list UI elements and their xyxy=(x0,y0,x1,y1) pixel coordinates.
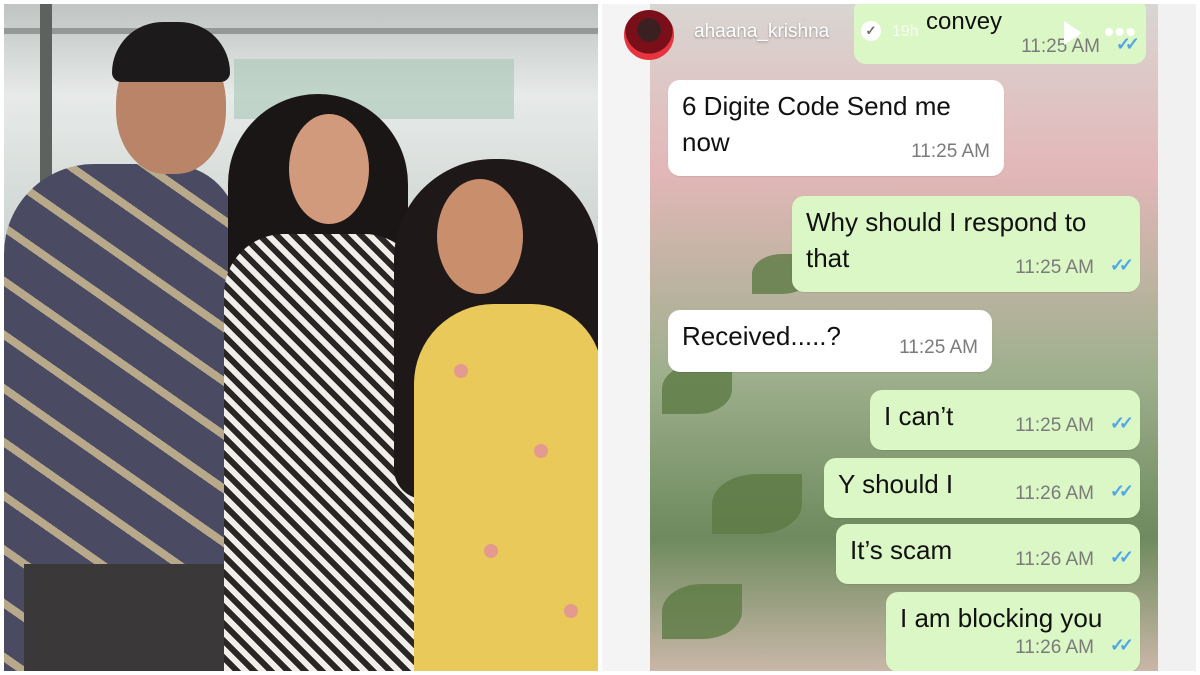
message-time: 11:26 AM xyxy=(1015,549,1094,570)
chat-bubble-incoming: 6 Digite Code Send me now 11:25 AM xyxy=(668,80,1004,176)
older-woman-yellow-dress xyxy=(414,304,598,671)
profile-avatar[interactable] xyxy=(624,10,674,60)
dress-embroidery xyxy=(564,604,578,618)
read-ticks-icon: ✓✓ xyxy=(1109,547,1134,567)
chat-bubble-outgoing: Y should I 11:26 AM ✓✓ xyxy=(824,458,1140,518)
message-line: that xyxy=(806,243,850,273)
message-text: Received.....? xyxy=(682,321,841,351)
story-post-time: 19h xyxy=(892,23,919,40)
family-photo xyxy=(4,4,598,671)
older-woman-face xyxy=(437,179,523,294)
message-text: It’s scam xyxy=(850,535,953,565)
dress-embroidery xyxy=(454,364,468,378)
chat-bubble-outgoing: I am blocking you 11:26 AM ✓✓ xyxy=(886,592,1140,671)
read-ticks-icon: ✓✓ xyxy=(1109,481,1134,501)
chat-bubble-outgoing: Why should I respond to that 11:25 AM ✓✓ xyxy=(792,196,1140,292)
photo-background-beam xyxy=(4,28,598,34)
story-right-edge xyxy=(1158,4,1196,671)
man-trousers xyxy=(24,564,224,671)
story-username[interactable]: ahaana_krishna xyxy=(694,21,829,43)
message-line: Why should I respond to xyxy=(806,207,1087,237)
message-text: I can’t xyxy=(884,401,954,431)
message-time: 11:26 AM xyxy=(1015,637,1094,658)
young-woman-face xyxy=(289,114,369,224)
instagram-story: convey 11:25 AM ✓✓ ahaana_krishna ✓ 19h … xyxy=(602,4,1196,671)
story-header: ahaana_krishna ✓ 19h ••• xyxy=(602,4,1196,60)
message-line: now xyxy=(682,127,730,157)
message-time: 11:25 AM xyxy=(1015,415,1094,436)
verified-badge-icon: ✓ xyxy=(861,21,881,41)
read-ticks-icon: ✓✓ xyxy=(1109,413,1134,433)
background-leaf xyxy=(712,474,802,534)
read-ticks-icon: ✓✓ xyxy=(1109,635,1134,655)
message-time: 11:25 AM xyxy=(911,141,990,162)
chat-bubble-outgoing: I can’t 11:25 AM ✓✓ xyxy=(870,390,1140,450)
message-text: Y should I xyxy=(838,469,954,499)
background-leaf xyxy=(662,584,742,639)
message-line: 6 Digite Code Send me xyxy=(682,91,951,121)
more-options-icon[interactable]: ••• xyxy=(1104,18,1136,46)
chat-bubble-incoming: Received.....? 11:25 AM xyxy=(668,310,992,372)
story-left-edge xyxy=(602,4,650,671)
chat-bubble-outgoing: It’s scam 11:26 AM ✓✓ xyxy=(836,524,1140,584)
dress-embroidery xyxy=(534,444,548,458)
message-time: 11:25 AM xyxy=(899,337,978,358)
message-time: 11:25 AM xyxy=(1015,257,1094,278)
play-icon[interactable] xyxy=(1064,21,1082,45)
message-time: 11:26 AM xyxy=(1015,483,1094,504)
dress-embroidery xyxy=(484,544,498,558)
read-ticks-icon: ✓✓ xyxy=(1109,255,1134,275)
